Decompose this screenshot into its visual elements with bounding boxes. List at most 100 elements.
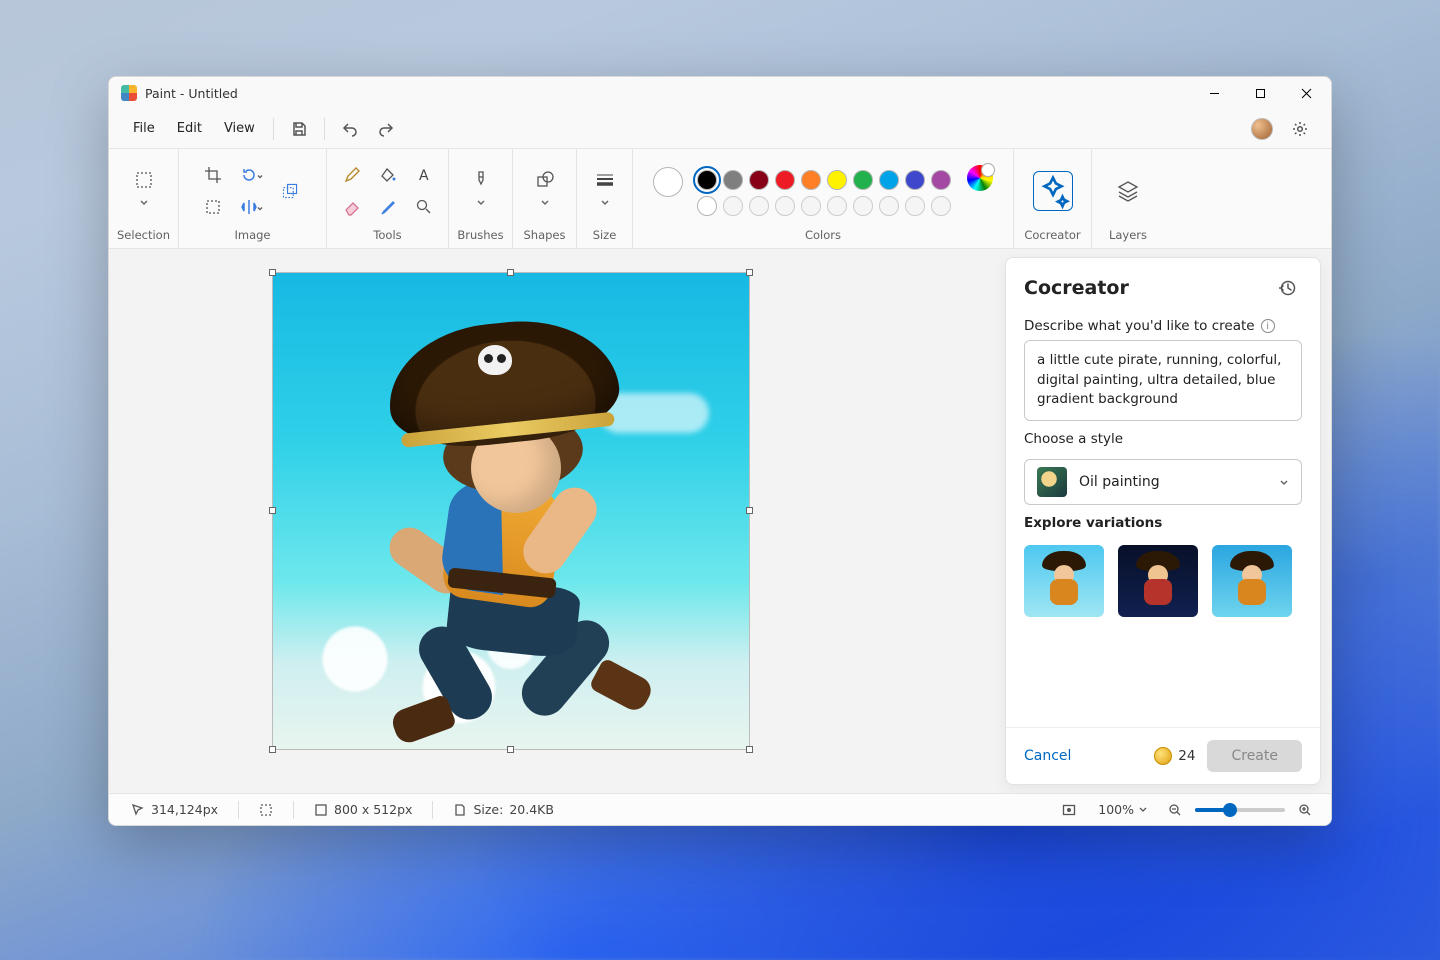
color-swatch[interactable] <box>723 196 743 216</box>
variations-label: Explore variations <box>1006 505 1320 537</box>
info-icon[interactable]: i <box>1261 319 1275 333</box>
ribbon-label-layers: Layers <box>1109 226 1147 244</box>
layers-button[interactable] <box>1108 171 1148 211</box>
describe-label: Describe what you'd like to create i <box>1006 308 1320 340</box>
fill-tool[interactable] <box>371 160 405 190</box>
menu-view[interactable]: View <box>214 115 265 142</box>
zoom-in-button[interactable] <box>1293 798 1317 822</box>
window-close-button[interactable] <box>1283 77 1329 109</box>
fit-to-window-button[interactable] <box>1055 798 1083 822</box>
history-button[interactable] <box>1274 274 1302 302</box>
color-swatch[interactable] <box>905 170 925 190</box>
settings-button[interactable] <box>1283 114 1317 144</box>
menu-bar: File Edit View <box>109 109 1331 149</box>
ribbon-label-tools: Tools <box>373 226 401 244</box>
color-swatch[interactable] <box>827 196 847 216</box>
zoom-level[interactable]: 100% <box>1091 799 1155 820</box>
color-swatch[interactable] <box>723 170 743 190</box>
menu-file[interactable]: File <box>123 115 165 142</box>
shapes-dropdown[interactable] <box>528 163 562 219</box>
zoom-slider[interactable] <box>1195 808 1285 812</box>
color-swatch[interactable] <box>931 170 951 190</box>
color-swatch[interactable] <box>827 170 847 190</box>
resize-handle[interactable] <box>746 507 753 514</box>
cancel-button[interactable]: Cancel <box>1024 748 1071 764</box>
color-swatch[interactable] <box>801 196 821 216</box>
resize-handle[interactable] <box>507 746 514 753</box>
eraser-tool[interactable] <box>335 192 369 222</box>
color-picker-tool[interactable] <box>371 192 405 222</box>
cursor-position: 314,124px <box>123 802 226 817</box>
style-dropdown[interactable]: Oil painting <box>1024 459 1302 505</box>
redo-button[interactable] <box>369 114 403 144</box>
variation-thumbnail-3[interactable] <box>1212 545 1292 617</box>
resize-handle[interactable] <box>746 746 753 753</box>
resize-handle[interactable] <box>269 269 276 276</box>
crop-button[interactable] <box>196 160 230 190</box>
brushes-dropdown[interactable] <box>464 163 498 219</box>
variation-thumbnail-1[interactable] <box>1024 545 1104 617</box>
window-title: Paint - Untitled <box>145 86 238 101</box>
undo-button[interactable] <box>333 114 367 144</box>
color-swatch[interactable] <box>749 170 769 190</box>
save-button[interactable] <box>282 114 316 144</box>
color-swatch[interactable] <box>931 196 951 216</box>
color-swatch[interactable] <box>879 196 899 216</box>
color-palette <box>697 170 951 216</box>
color-swatch[interactable] <box>853 170 873 190</box>
color-swatch[interactable] <box>775 196 795 216</box>
selection-size <box>251 803 281 817</box>
color-swatch[interactable] <box>697 196 717 216</box>
window-minimize-button[interactable] <box>1191 77 1237 109</box>
color-swatch[interactable] <box>775 170 795 190</box>
paint-app-icon <box>121 85 137 101</box>
cocreator-ribbon-button[interactable] <box>1033 171 1073 211</box>
edit-colors-button[interactable] <box>967 165 993 191</box>
ribbon: Selection Image <box>109 149 1331 249</box>
ribbon-label-size: Size <box>593 226 617 244</box>
title-bar[interactable]: Paint - Untitled <box>109 77 1331 109</box>
ribbon-label-image: Image <box>234 226 270 244</box>
selection-mode-button[interactable] <box>196 192 230 222</box>
pencil-tool[interactable] <box>335 160 369 190</box>
resize-handle[interactable] <box>269 507 276 514</box>
menu-edit[interactable]: Edit <box>167 115 212 142</box>
zoom-out-button[interactable] <box>1163 798 1187 822</box>
create-button[interactable]: Create <box>1207 740 1302 772</box>
ribbon-label-cocreator: Cocreator <box>1024 226 1080 244</box>
rotate-button[interactable] <box>232 160 266 190</box>
style-selected: Oil painting <box>1079 474 1160 490</box>
canvas-area[interactable] <box>109 249 1005 793</box>
cocreator-panel: Cocreator Describe what you'd like to cr… <box>1005 257 1321 785</box>
canvas[interactable] <box>273 273 749 749</box>
color-swatch[interactable] <box>697 170 717 190</box>
size-dropdown[interactable] <box>588 163 622 219</box>
desktop-background: Paint - Untitled File Edit View <box>0 0 1440 960</box>
resize-handle[interactable] <box>269 746 276 753</box>
ribbon-label-colors: Colors <box>805 226 841 244</box>
color-swatch[interactable] <box>801 170 821 190</box>
variation-thumbnail-2[interactable] <box>1118 545 1198 617</box>
credits-count: 24 <box>1178 748 1195 764</box>
resize-handle[interactable] <box>746 269 753 276</box>
user-avatar[interactable] <box>1251 118 1273 140</box>
canvas-size: 800 x 512px <box>306 802 420 817</box>
flip-button[interactable] <box>232 192 266 222</box>
color-swatch[interactable] <box>879 170 899 190</box>
selection-tool[interactable] <box>127 163 161 219</box>
resize-button[interactable] <box>270 163 310 219</box>
color-swatch[interactable] <box>905 196 925 216</box>
resize-handle[interactable] <box>507 269 514 276</box>
window-maximize-button[interactable] <box>1237 77 1283 109</box>
style-label: Choose a style <box>1006 421 1320 453</box>
status-bar: 314,124px 800 x 512px Size: 20.4KB <box>109 793 1331 825</box>
current-color[interactable] <box>653 167 683 197</box>
text-tool[interactable]: A <box>407 160 441 190</box>
paint-window: Paint - Untitled File Edit View <box>108 76 1332 826</box>
color-swatch[interactable] <box>749 196 769 216</box>
prompt-input[interactable]: a little cute pirate, running, colorful,… <box>1024 340 1302 421</box>
magnifier-tool[interactable] <box>407 192 441 222</box>
ribbon-label-selection: Selection <box>117 226 170 244</box>
color-swatch[interactable] <box>853 196 873 216</box>
file-size: Size: 20.4KB <box>445 802 561 817</box>
